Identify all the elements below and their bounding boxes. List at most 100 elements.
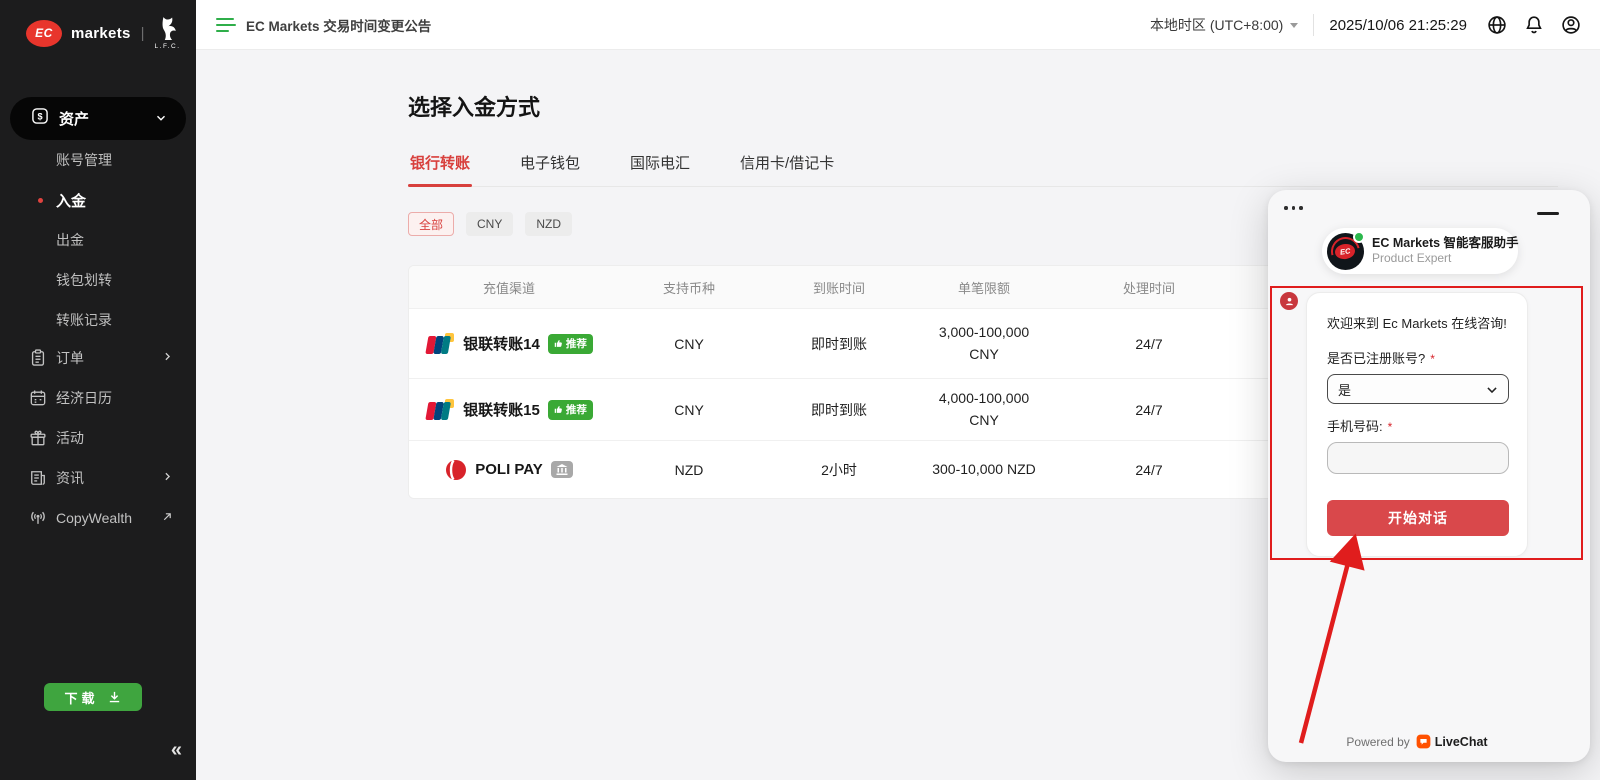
svg-text:$: $ bbox=[37, 111, 42, 121]
news-icon bbox=[28, 468, 48, 491]
recommended-badge: 推荐 bbox=[548, 334, 593, 354]
limit-value: 4,000-100,000 CNY bbox=[926, 388, 1042, 431]
sidebar-item-deposit[interactable]: 入金 bbox=[0, 180, 196, 220]
header-arrival-time: 到账时间 bbox=[769, 278, 909, 297]
topbar: EC Markets 交易时间变更公告 本地时区 (UTC+8:00) 2025… bbox=[196, 0, 1600, 50]
broadcast-icon bbox=[28, 508, 48, 531]
announcement-text[interactable]: EC Markets 交易时间变更公告 bbox=[246, 15, 431, 35]
sidebar-item-account-management[interactable]: 账号管理 bbox=[0, 140, 196, 180]
chevron-down-icon bbox=[1485, 383, 1499, 397]
tab-international-wire[interactable]: 国际电汇 bbox=[628, 144, 692, 186]
chevron-down-icon bbox=[154, 111, 168, 130]
chevron-right-icon bbox=[161, 470, 174, 486]
currency-value: NZD bbox=[609, 462, 769, 478]
agent-avatar: EC bbox=[1327, 233, 1364, 270]
channel-name: 银联转账14 bbox=[463, 333, 540, 354]
start-chat-button[interactable]: 开始对话 bbox=[1327, 500, 1509, 536]
required-asterisk: * bbox=[1430, 352, 1435, 366]
poli-logo bbox=[445, 459, 467, 481]
unionpay-logo bbox=[425, 333, 455, 355]
sidebar-item-promotions[interactable]: 活动 bbox=[0, 418, 196, 458]
hours-value: 24/7 bbox=[1059, 462, 1239, 478]
notifications-bell-icon[interactable] bbox=[1523, 14, 1545, 36]
sidebar-collapse-button[interactable]: « bbox=[171, 739, 180, 762]
bot-avatar-icon bbox=[1280, 292, 1298, 310]
sidebar-group-assets[interactable]: $ 资产 bbox=[10, 97, 186, 140]
brand-markets-label: markets bbox=[71, 25, 131, 42]
bank-icon bbox=[556, 464, 568, 475]
currency-value: CNY bbox=[609, 402, 769, 418]
livechat-widget: EC EC Markets 智能客服助手 Product Expert 欢迎来到… bbox=[1268, 190, 1590, 762]
phone-label: 手机号码:* bbox=[1327, 416, 1507, 435]
header-processing-time: 处理时间 bbox=[1059, 278, 1239, 297]
lfc-logo: L.F.C. bbox=[155, 16, 181, 51]
limit-value: 3,000-100,000 CNY bbox=[926, 322, 1042, 365]
chat-footer: Powered by LiveChat bbox=[1268, 734, 1566, 749]
thumb-up-icon bbox=[554, 405, 563, 414]
arrival-value: 即时到账 bbox=[769, 400, 909, 420]
external-link-icon bbox=[161, 510, 174, 526]
sidebar-group-label: 资产 bbox=[59, 108, 89, 129]
gift-icon bbox=[28, 428, 48, 451]
announcement-icon[interactable] bbox=[216, 18, 236, 33]
thumb-up-icon bbox=[554, 339, 563, 348]
online-status-dot bbox=[1353, 231, 1365, 243]
tab-credit-debit-card[interactable]: 信用卡/借记卡 bbox=[738, 144, 836, 186]
channel-name: POLI PAY bbox=[475, 461, 543, 478]
account-user-icon[interactable] bbox=[1560, 14, 1582, 36]
phone-input[interactable] bbox=[1327, 442, 1509, 474]
channel-name: 银联转账15 bbox=[463, 399, 540, 420]
caret-down-icon bbox=[1290, 23, 1298, 28]
app: EC markets | L.F.C. $ 资产 bbox=[0, 0, 1600, 780]
header-currency: 支持币种 bbox=[609, 278, 769, 297]
chat-minimize-button[interactable] bbox=[1537, 212, 1559, 215]
welcome-message: 欢迎来到 Ec Markets 在线咨询! bbox=[1327, 313, 1507, 332]
registered-select[interactable]: 是 bbox=[1327, 374, 1509, 404]
sidebar-item-transfer-records[interactable]: 转账记录 bbox=[0, 300, 196, 340]
tab-e-wallet[interactable]: 电子钱包 bbox=[518, 144, 582, 186]
filter-nzd[interactable]: NZD bbox=[525, 212, 572, 236]
agent-name: EC Markets 智能客服助手 bbox=[1372, 236, 1519, 252]
arrival-value: 即时到账 bbox=[769, 334, 909, 354]
filter-all[interactable]: 全部 bbox=[408, 212, 454, 236]
chat-menu-button[interactable] bbox=[1284, 206, 1303, 210]
bank-badge bbox=[551, 461, 573, 478]
datetime-display: 2025/10/06 21:25:29 bbox=[1329, 17, 1467, 34]
unionpay-logo bbox=[425, 399, 455, 421]
liverbird-icon bbox=[157, 16, 179, 42]
sidebar-item-news[interactable]: 资讯 bbox=[0, 458, 196, 498]
tab-bank-transfer[interactable]: 银行转账 bbox=[408, 144, 472, 186]
logo-divider: | bbox=[141, 25, 145, 42]
currency-value: CNY bbox=[609, 336, 769, 352]
sidebar: EC markets | L.F.C. $ 资产 bbox=[0, 0, 196, 780]
header-limit: 单笔限额 bbox=[909, 278, 1059, 297]
livechat-link[interactable]: LiveChat bbox=[1416, 734, 1488, 749]
filter-cny[interactable]: CNY bbox=[466, 212, 513, 236]
page-title: 选择入金方式 bbox=[408, 90, 1558, 122]
powered-by-label: Powered by bbox=[1346, 735, 1409, 749]
hours-value: 24/7 bbox=[1059, 336, 1239, 352]
limit-value: 300-10,000 NZD bbox=[926, 459, 1042, 481]
registered-question-label: 是否已注册账号?* bbox=[1327, 348, 1507, 367]
assets-icon: $ bbox=[30, 106, 50, 131]
language-globe-icon[interactable] bbox=[1486, 14, 1508, 36]
hours-value: 24/7 bbox=[1059, 402, 1239, 418]
agent-role: Product Expert bbox=[1372, 251, 1519, 266]
brand-logo: EC markets | L.F.C. bbox=[0, 0, 196, 65]
chevron-right-icon bbox=[161, 350, 174, 366]
sidebar-item-orders[interactable]: 订单 bbox=[0, 338, 196, 378]
sidebar-mainmenu: 订单 经济日历 bbox=[0, 338, 196, 538]
sidebar-item-copywealth[interactable]: CopyWealth bbox=[0, 498, 196, 538]
prechat-form: 欢迎来到 Ec Markets 在线咨询! 是否已注册账号?* 是 手机号码:*… bbox=[1306, 292, 1528, 557]
sidebar-item-wallet-transfer[interactable]: 钱包划转 bbox=[0, 260, 196, 300]
livechat-icon bbox=[1416, 734, 1431, 749]
deposit-method-tabs: 银行转账 电子钱包 国际电汇 信用卡/借记卡 bbox=[408, 144, 1558, 187]
calendar-icon bbox=[28, 388, 48, 411]
download-button[interactable]: 下载 bbox=[44, 683, 142, 711]
timezone-selector[interactable]: 本地时区 (UTC+8:00) bbox=[1150, 15, 1298, 35]
active-dot bbox=[38, 198, 43, 203]
sidebar-submenu: 账号管理 入金 出金 钱包划转 转账记录 bbox=[0, 140, 196, 340]
sidebar-item-withdraw[interactable]: 出金 bbox=[0, 220, 196, 260]
sidebar-item-economic-calendar[interactable]: 经济日历 bbox=[0, 378, 196, 418]
agent-card: EC EC Markets 智能客服助手 Product Expert bbox=[1322, 228, 1518, 274]
